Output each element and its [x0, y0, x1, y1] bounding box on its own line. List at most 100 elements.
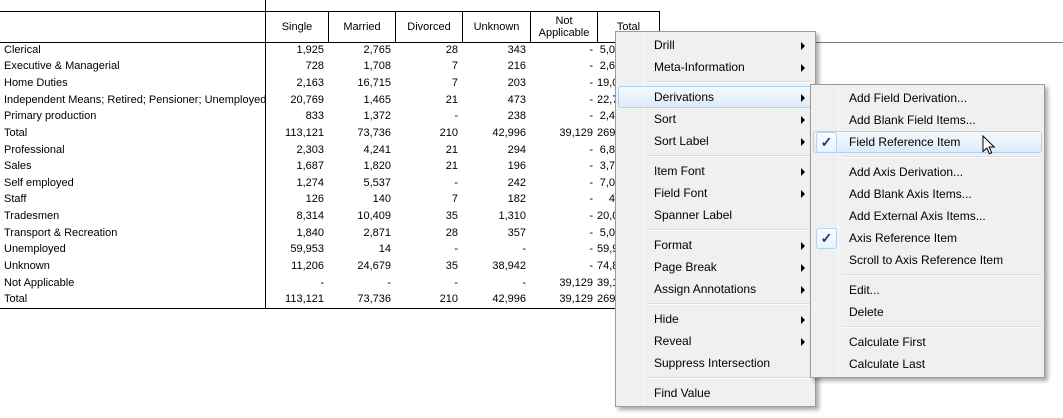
- submenu-item-field-reference-item[interactable]: ✓Field Reference Item: [813, 131, 1042, 153]
- cell[interactable]: 5,537: [328, 178, 395, 189]
- row-label[interactable]: Staff: [0, 194, 265, 205]
- cell[interactable]: -: [265, 278, 328, 289]
- submenu-item-scroll-to-axis-reference-item[interactable]: Scroll to Axis Reference Item: [813, 249, 1042, 271]
- cell[interactable]: 10,409: [328, 211, 395, 222]
- cell[interactable]: -: [328, 278, 395, 289]
- cell[interactable]: 2,163: [265, 78, 328, 89]
- cell[interactable]: -: [530, 78, 597, 89]
- column-header-unknown[interactable]: Unknown: [462, 11, 530, 42]
- cell[interactable]: 357: [462, 228, 530, 239]
- cell[interactable]: -: [530, 178, 597, 189]
- cell[interactable]: -: [530, 95, 597, 106]
- submenu-item-add-blank-axis-items[interactable]: Add Blank Axis Items...: [813, 183, 1042, 205]
- cell[interactable]: 182: [462, 194, 530, 205]
- cell[interactable]: 1,310: [462, 211, 530, 222]
- submenu-item-edit[interactable]: Edit...: [813, 279, 1042, 301]
- submenu-item-add-external-axis-items[interactable]: Add External Axis Items...: [813, 205, 1042, 227]
- menu-item-format[interactable]: Format: [618, 234, 813, 256]
- cell[interactable]: 14: [328, 244, 395, 255]
- cell[interactable]: -: [530, 145, 597, 156]
- cell[interactable]: 343: [462, 45, 530, 56]
- cell[interactable]: -: [530, 228, 597, 239]
- cell[interactable]: 7: [395, 78, 462, 89]
- cell[interactable]: 28: [395, 45, 462, 56]
- cell[interactable]: 35: [395, 261, 462, 272]
- cell[interactable]: 210: [395, 294, 462, 305]
- menu-item-find-value[interactable]: Find Value: [618, 382, 813, 404]
- column-header-not-applicable[interactable]: Not Applicable: [530, 11, 597, 42]
- cell[interactable]: 113,121: [265, 128, 328, 139]
- cell[interactable]: 1,274: [265, 178, 328, 189]
- row-label[interactable]: Tradesmen: [0, 211, 265, 222]
- submenu-item-add-blank-field-items[interactable]: Add Blank Field Items...: [813, 109, 1042, 131]
- menu-item-item-font[interactable]: Item Font: [618, 160, 813, 182]
- cell[interactable]: 833: [265, 111, 328, 122]
- cell[interactable]: 2,871: [328, 228, 395, 239]
- row-label[interactable]: Executive & Managerial: [0, 61, 265, 72]
- row-label[interactable]: Independent Means; Retired; Pensioner; U…: [0, 95, 265, 106]
- cell[interactable]: 16,715: [328, 78, 395, 89]
- cell[interactable]: 238: [462, 111, 530, 122]
- cell[interactable]: -: [530, 211, 597, 222]
- cell[interactable]: 28: [395, 228, 462, 239]
- cell[interactable]: 1,372: [328, 111, 395, 122]
- menu-item-hide[interactable]: Hide: [618, 308, 813, 330]
- menu-item-page-break[interactable]: Page Break: [618, 256, 813, 278]
- menu-item-assign-annotations[interactable]: Assign Annotations: [618, 278, 813, 300]
- cell[interactable]: 1,840: [265, 228, 328, 239]
- menu-item-reveal[interactable]: Reveal: [618, 330, 813, 352]
- row-label[interactable]: Sales: [0, 161, 265, 172]
- cell[interactable]: 113,121: [265, 294, 328, 305]
- cell[interactable]: 242: [462, 178, 530, 189]
- row-label[interactable]: Total: [0, 128, 265, 139]
- cell[interactable]: 21: [395, 145, 462, 156]
- cell[interactable]: 2,765: [328, 45, 395, 56]
- cell[interactable]: 7: [395, 61, 462, 72]
- cell[interactable]: 203: [462, 78, 530, 89]
- submenu-item-add-axis-derivation[interactable]: Add Axis Derivation...: [813, 161, 1042, 183]
- column-header-divorced[interactable]: Divorced: [395, 11, 462, 42]
- cell[interactable]: 39,129: [530, 278, 597, 289]
- row-label[interactable]: Transport & Recreation: [0, 228, 265, 239]
- cell[interactable]: -: [395, 278, 462, 289]
- cell[interactable]: 39,129: [530, 128, 597, 139]
- column-header-single[interactable]: Single: [265, 11, 328, 42]
- cell[interactable]: -: [395, 244, 462, 255]
- cell[interactable]: 196: [462, 161, 530, 172]
- cell[interactable]: 39,129: [530, 294, 597, 305]
- cell[interactable]: 140: [328, 194, 395, 205]
- row-label[interactable]: Unemployed: [0, 244, 265, 255]
- menu-item-meta-information[interactable]: Meta-Information: [618, 56, 813, 78]
- cell[interactable]: 20,769: [265, 95, 328, 106]
- cell[interactable]: -: [530, 161, 597, 172]
- submenu-item-delete[interactable]: Delete: [813, 301, 1042, 323]
- cell[interactable]: 7: [395, 194, 462, 205]
- cell[interactable]: 35: [395, 211, 462, 222]
- cell[interactable]: 473: [462, 95, 530, 106]
- cell[interactable]: 42,996: [462, 128, 530, 139]
- cell[interactable]: -: [530, 111, 597, 122]
- cell[interactable]: -: [462, 244, 530, 255]
- cell[interactable]: 1,687: [265, 161, 328, 172]
- cell[interactable]: 1,708: [328, 61, 395, 72]
- cell[interactable]: 1,465: [328, 95, 395, 106]
- cell[interactable]: 4,241: [328, 145, 395, 156]
- menu-item-spanner-label[interactable]: Spanner Label: [618, 204, 813, 226]
- cell[interactable]: 2,303: [265, 145, 328, 156]
- menu-item-sort[interactable]: Sort: [618, 108, 813, 130]
- cell[interactable]: -: [462, 278, 530, 289]
- submenu-item-add-field-derivation[interactable]: Add Field Derivation...: [813, 87, 1042, 109]
- row-label[interactable]: Not Applicable: [0, 278, 265, 289]
- cell[interactable]: -: [530, 45, 597, 56]
- cell[interactable]: 73,736: [328, 294, 395, 305]
- cell[interactable]: 126: [265, 194, 328, 205]
- cell[interactable]: -: [530, 244, 597, 255]
- cell[interactable]: 59,953: [265, 244, 328, 255]
- cell[interactable]: 1,925: [265, 45, 328, 56]
- row-label[interactable]: Self employed: [0, 178, 265, 189]
- cell[interactable]: -: [395, 111, 462, 122]
- cell[interactable]: 73,736: [328, 128, 395, 139]
- column-header-married[interactable]: Married: [328, 11, 395, 42]
- cell[interactable]: 216: [462, 61, 530, 72]
- cell[interactable]: 210: [395, 128, 462, 139]
